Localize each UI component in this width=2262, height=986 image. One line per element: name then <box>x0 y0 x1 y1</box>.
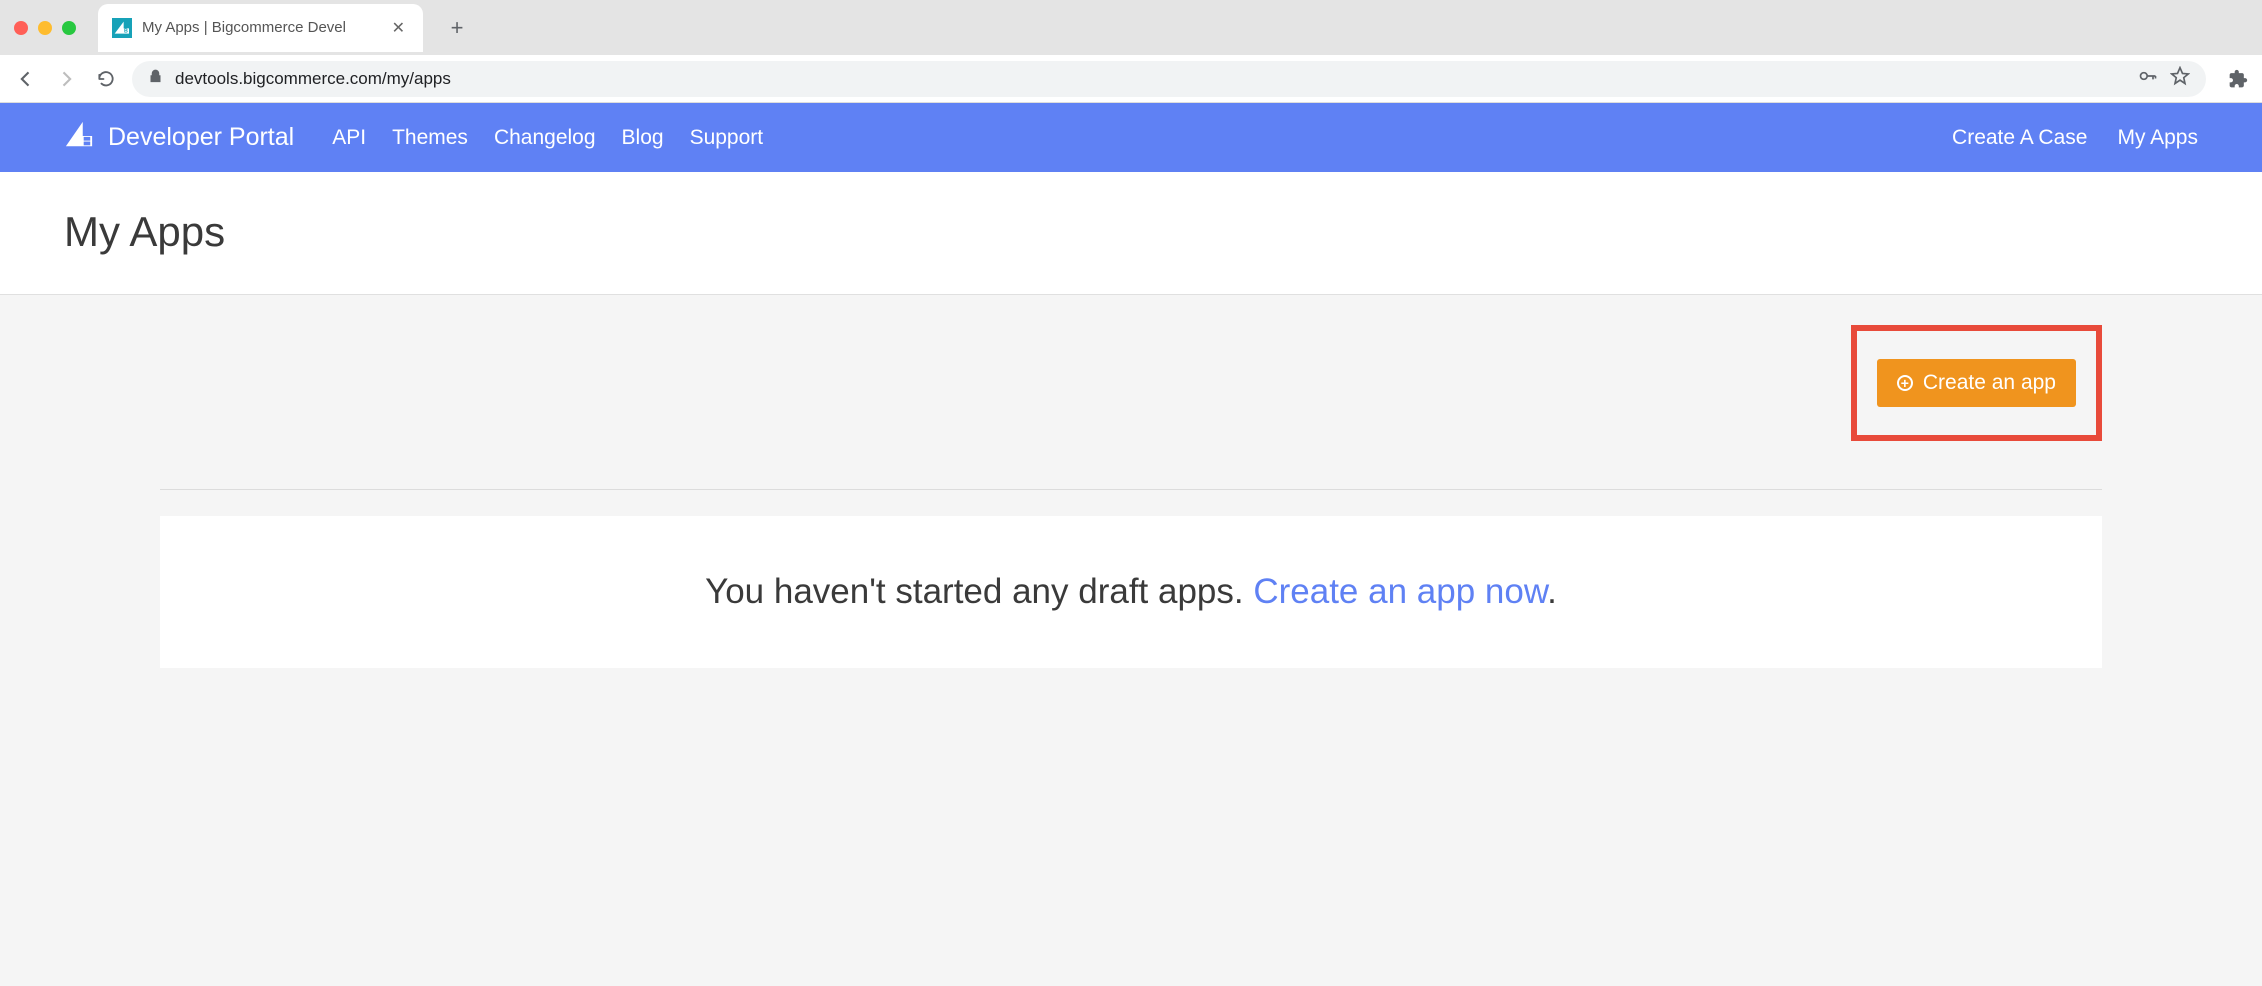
content-area: + Create an app You haven't started any … <box>0 295 2262 728</box>
logo[interactable]: Developer Portal <box>64 120 294 155</box>
empty-state-text: You haven't started any draft apps. <box>705 572 1253 611</box>
browser-chrome: B My Apps | Bigcommerce Devel ✕ + devtoo… <box>0 0 2262 103</box>
tab-bar: B My Apps | Bigcommerce Devel ✕ + <box>0 0 2262 55</box>
window-close-button[interactable] <box>14 21 28 35</box>
page-header: My Apps <box>0 172 2262 295</box>
logo-icon <box>64 120 94 155</box>
reload-button[interactable] <box>92 65 120 93</box>
key-icon[interactable] <box>2138 66 2158 91</box>
svg-text:B: B <box>124 28 128 34</box>
extensions-icon[interactable] <box>2226 67 2250 91</box>
forward-button[interactable] <box>52 65 80 93</box>
window-minimize-button[interactable] <box>38 21 52 35</box>
create-app-button[interactable]: + Create an app <box>1877 359 2076 407</box>
window-maximize-button[interactable] <box>62 21 76 35</box>
empty-state-suffix: . <box>1547 572 1557 611</box>
nav-create-case[interactable]: Create A Case <box>1952 126 2087 150</box>
nav-changelog[interactable]: Changelog <box>494 126 596 150</box>
url-text: devtools.bigcommerce.com/my/apps <box>175 69 2126 89</box>
action-row: + Create an app <box>160 325 2102 453</box>
nav-support[interactable]: Support <box>690 126 764 150</box>
plus-circle-icon: + <box>1897 375 1913 391</box>
tab-title: My Apps | Bigcommerce Devel <box>142 19 378 36</box>
browser-toolbar: devtools.bigcommerce.com/my/apps <box>0 55 2262 103</box>
create-app-link[interactable]: Create an app now <box>1253 572 1547 611</box>
divider <box>160 489 2102 490</box>
window-controls <box>14 21 76 35</box>
secondary-nav: Create A Case My Apps <box>1952 126 2198 150</box>
page-title: My Apps <box>64 208 2198 256</box>
highlight-annotation: + Create an app <box>1851 325 2102 441</box>
nav-themes[interactable]: Themes <box>392 126 468 150</box>
nav-api[interactable]: API <box>332 126 366 150</box>
empty-state-card: You haven't started any draft apps. Crea… <box>160 516 2102 668</box>
back-button[interactable] <box>12 65 40 93</box>
star-icon[interactable] <box>2170 66 2190 91</box>
new-tab-button[interactable]: + <box>443 14 471 42</box>
nav-my-apps[interactable]: My Apps <box>2117 126 2198 150</box>
primary-nav: API Themes Changelog Blog Support <box>332 126 763 150</box>
address-bar[interactable]: devtools.bigcommerce.com/my/apps <box>132 61 2206 97</box>
site-header: Developer Portal API Themes Changelog Bl… <box>0 103 2262 172</box>
tab-favicon-icon: B <box>112 18 132 38</box>
logo-text: Developer Portal <box>108 123 294 152</box>
create-button-label: Create an app <box>1923 371 2056 395</box>
nav-blog[interactable]: Blog <box>622 126 664 150</box>
tab-close-icon[interactable]: ✕ <box>388 16 409 40</box>
browser-tab[interactable]: B My Apps | Bigcommerce Devel ✕ <box>98 4 423 52</box>
lock-icon <box>148 69 163 89</box>
